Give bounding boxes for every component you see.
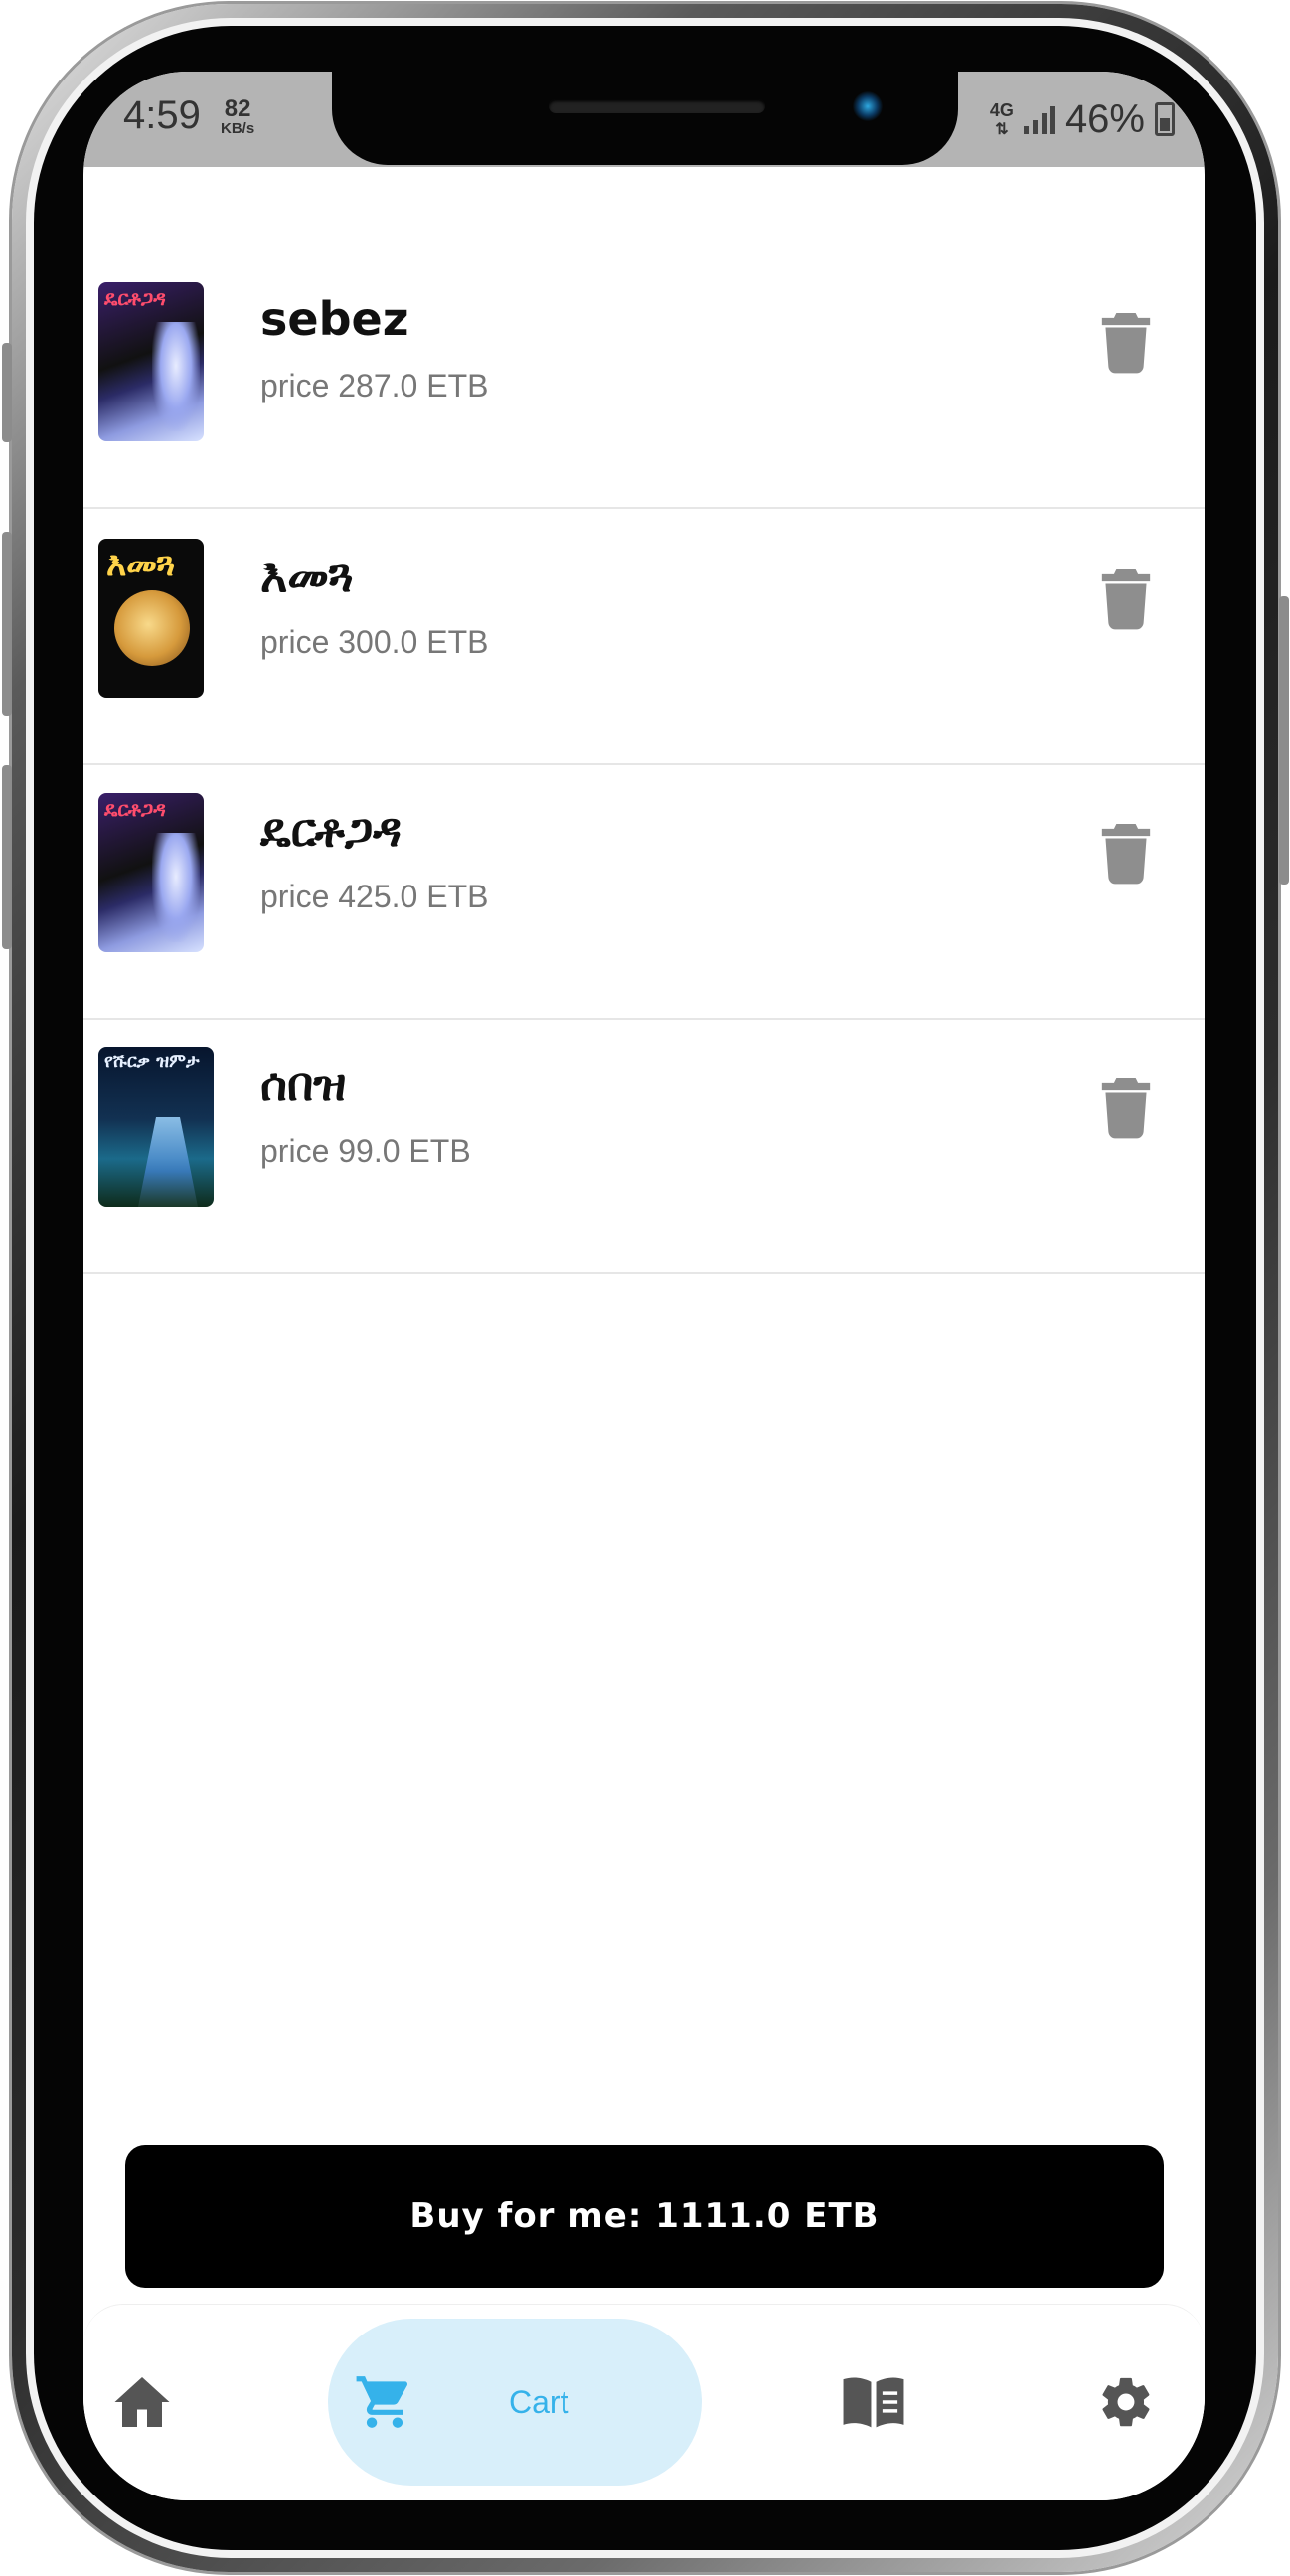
book-price: price 425.0 ETB [260,879,489,914]
cart-item[interactable]: ዴርቶጋዳ sebez price 287.0 ETB [83,254,1205,509]
cart-icon [356,2376,407,2428]
book-cover: ዴርቶጋዳ [98,282,204,441]
nav-cart-label: Cart [509,2383,569,2420]
nav-library[interactable] [831,2319,916,2486]
signal-icon [1023,104,1055,134]
side-button [2,765,12,949]
cart-item[interactable]: ዴርቶጋዳ ዴርቶጋዳ price 425.0 ETB [83,765,1205,1020]
network-speed: 82 KB/s [221,95,255,137]
network-speed-value: 82 [224,95,251,122]
book-icon [843,2377,904,2428]
side-button [1279,596,1289,885]
book-price: price 300.0 ETB [260,624,489,660]
cover-title: ዴርቶጋዳ [104,797,166,821]
side-button [2,532,12,716]
buy-button[interactable]: Buy for me: 1111.0 ETB [125,2145,1164,2288]
home-icon [114,2377,170,2427]
battery-icon [1155,102,1175,136]
network-type: 4G ⇅ [990,101,1014,138]
status-time: 4:59 [123,93,201,137]
cart-list: ዴርቶጋዳ sebez price 287.0 ETB እመጓ እመጓ pric… [83,256,1205,1274]
app-screen: 4:59 82 KB/s 4G ⇅ 46% ዴርቶጋዳ sebez price … [83,72,1205,2500]
battery-percent: 46% [1064,96,1145,141]
book-cover: ዴርቶጋዳ [98,793,204,952]
bottom-nav: Cart [83,2304,1205,2500]
side-button [2,343,12,442]
book-title: እመጓ [260,549,354,602]
book-title: ዴርቶጋዳ [260,803,402,857]
book-cover: የሹርቃ ዝምታ [98,1047,214,1207]
notch [332,72,958,165]
network-type-label: 4G [989,99,1014,120]
book-cover: እመጓ [98,539,204,698]
earpiece-speaker [549,99,765,113]
delete-icon[interactable] [1097,310,1155,374]
cart-item[interactable]: የሹርቃ ዝምታ ሰበዝ price 99.0 ETB [83,1020,1205,1274]
cart-item[interactable]: እመጓ እመጓ price 300.0 ETB [83,511,1205,765]
status-indicators: 4G ⇅ 46% [990,95,1175,143]
book-title: ሰበዝ [260,1057,347,1111]
book-price: price 99.0 ETB [260,1133,471,1169]
delete-icon[interactable] [1097,821,1155,885]
cover-title: ዴርቶጋዳ [104,286,166,310]
gear-icon [1102,2377,1150,2427]
front-camera [853,91,883,121]
cover-title: እመጓ [106,545,176,584]
network-speed-unit: KB/s [221,120,255,137]
delete-icon[interactable] [1097,566,1155,630]
nav-cart[interactable]: Cart [328,2319,702,2486]
data-arrows-icon: ⇅ [995,120,1009,138]
delete-icon[interactable] [1097,1075,1155,1139]
nav-home[interactable] [97,2319,187,2486]
book-title: sebez [260,292,409,346]
cover-title: የሹርቃ ዝምታ [104,1051,200,1072]
book-price: price 287.0 ETB [260,368,489,403]
nav-settings[interactable] [1083,2319,1169,2486]
